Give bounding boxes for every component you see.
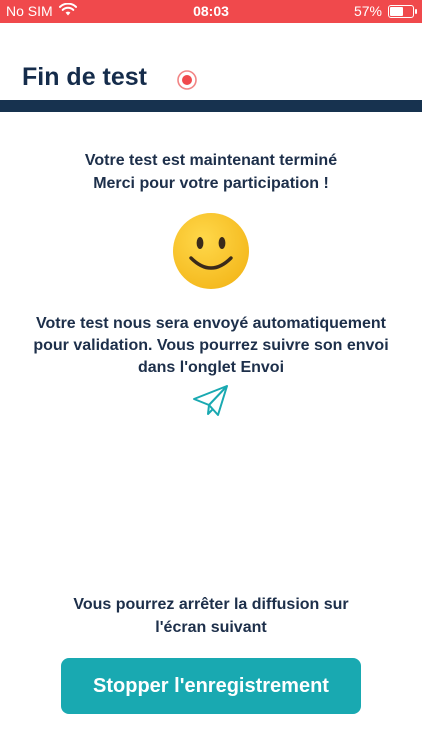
status-bar: No SIM 08:03 57% — [0, 0, 422, 23]
page-title: Fin de test — [22, 63, 148, 91]
smiley-icon — [172, 212, 250, 290]
sending-info-message: Votre test nous sera envoyé automatiquem… — [33, 315, 389, 376]
battery-percent: 57% — [353, 3, 382, 19]
stop-info-message: Vous pourrez arrêter la diffusion sur l'… — [30, 593, 392, 639]
record-icon — [176, 69, 198, 91]
paper-plane-icon — [192, 384, 230, 418]
header-divider-bar — [0, 100, 422, 112]
stop-info-line-1: Vous pourrez arrêter la diffusion sur — [73, 596, 349, 613]
battery-fill — [390, 6, 403, 16]
battery-icon — [388, 4, 417, 18]
stop-info-line-2: l'écran suivant — [155, 619, 267, 636]
finished-line-2: Merci pour votre participation ! — [93, 175, 329, 192]
test-finished-message: Votre test est maintenant terminé Merci … — [0, 149, 422, 195]
stop-recording-button[interactable]: Stopper l'enregistrement — [61, 658, 361, 714]
status-right: 57% — [353, 3, 417, 19]
page-header: Fin de test — [0, 23, 422, 100]
finished-line-1: Votre test est maintenant terminé — [84, 152, 338, 169]
